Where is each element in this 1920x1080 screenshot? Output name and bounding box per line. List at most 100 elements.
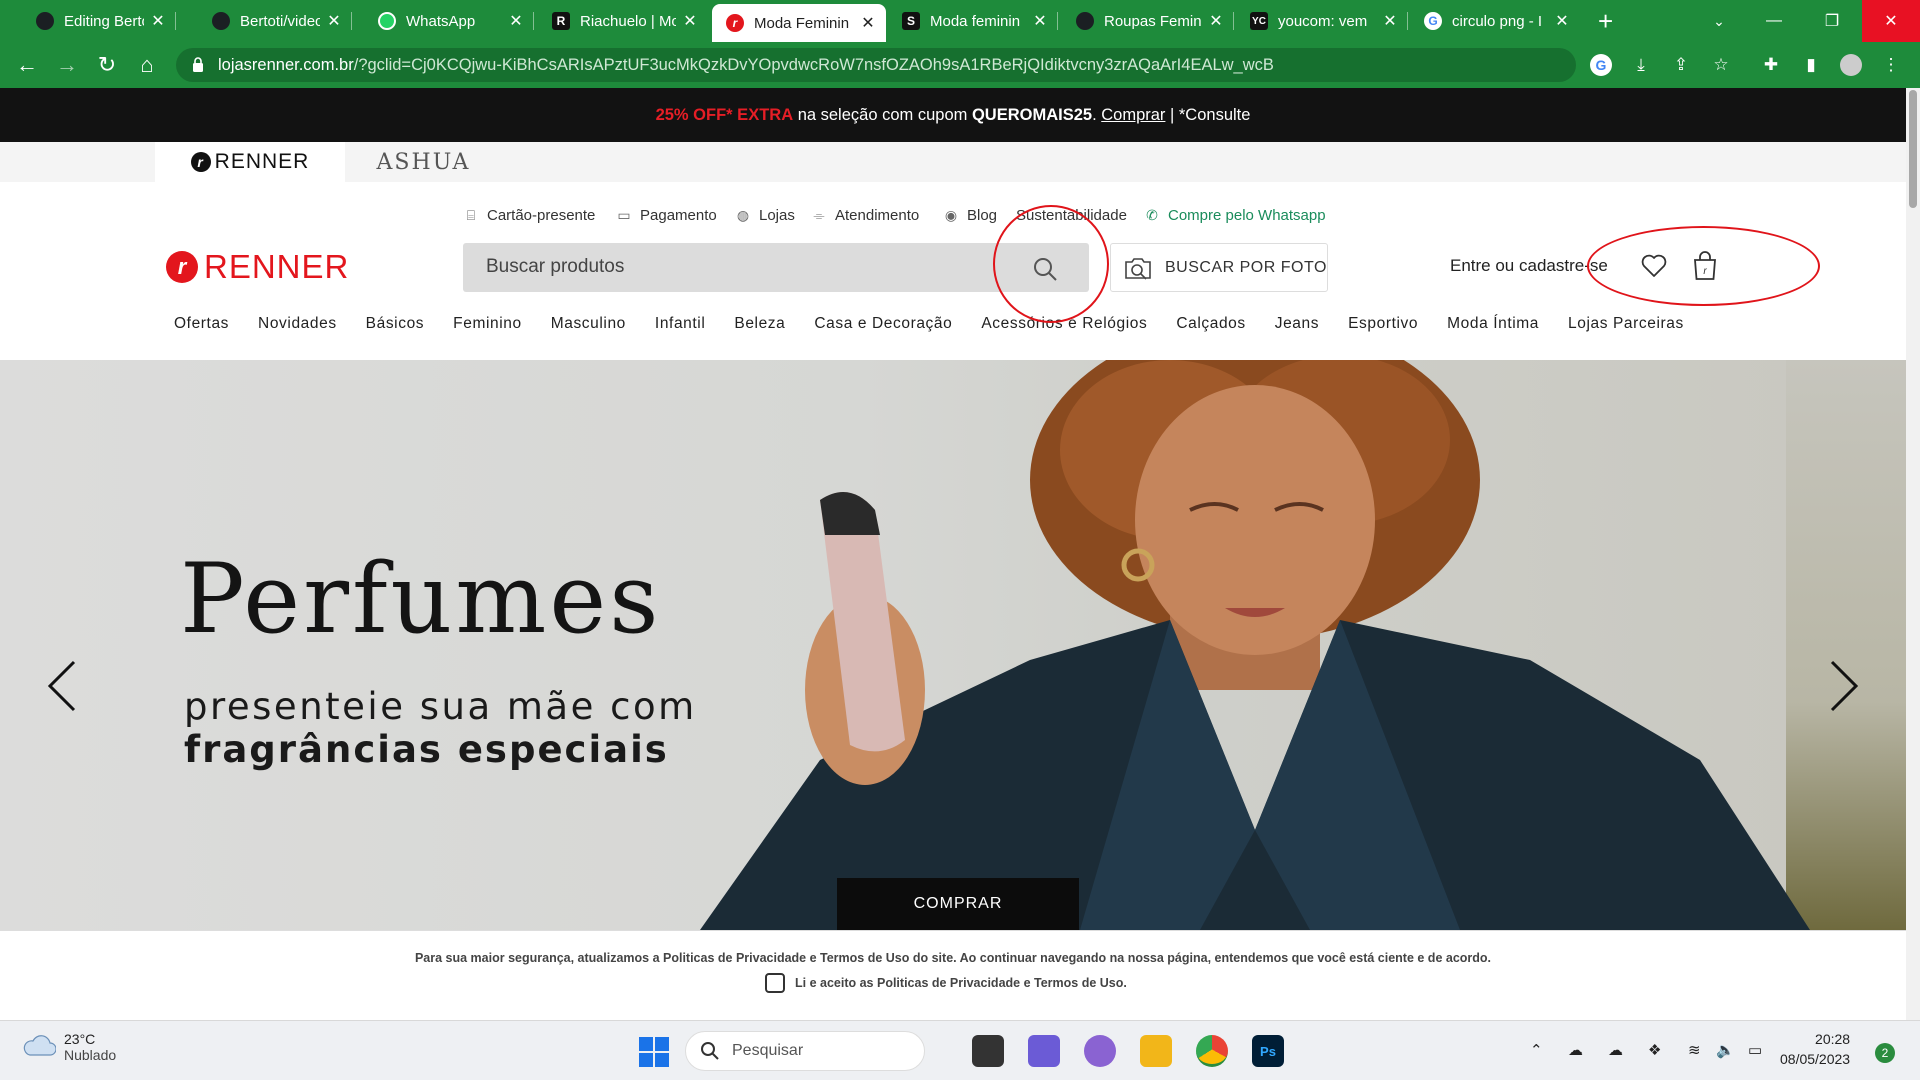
- browser-tab[interactable]: YC youcom: vem ✕: [1236, 6, 1408, 36]
- weather-widget[interactable]: 23°C Nublado: [22, 1031, 116, 1063]
- nav-category-calcados[interactable]: Calçados: [1176, 315, 1245, 337]
- nav-category-casa[interactable]: Casa e Decoração: [814, 315, 952, 337]
- util-link-sustainability[interactable]: Sustentabilidade: [1016, 204, 1127, 226]
- battery-icon[interactable]: ▭: [1748, 1041, 1762, 1059]
- dropbox-icon[interactable]: ❖: [1648, 1041, 1661, 1059]
- maximize-button[interactable]: ❐: [1803, 0, 1861, 42]
- new-tab-button[interactable]: +: [1598, 6, 1613, 36]
- close-tab-icon[interactable]: ✕: [1382, 11, 1398, 31]
- wishlist-heart-icon[interactable]: [1640, 252, 1668, 280]
- nav-category-esportivo[interactable]: Esportivo: [1348, 315, 1418, 337]
- util-link-gift-card[interactable]: ⌸ Cartão-presente: [463, 204, 596, 226]
- nav-category-masculino[interactable]: Masculino: [551, 315, 626, 337]
- search-icon[interactable]: [1031, 255, 1059, 283]
- nav-category-lojas-parceiras[interactable]: Lojas Parceiras: [1568, 315, 1684, 337]
- nav-category-basicos[interactable]: Básicos: [366, 315, 424, 337]
- browser-tab[interactable]: R Riachuelo | Mo ✕: [538, 6, 708, 36]
- taskbar-search[interactable]: Pesquisar: [685, 1031, 925, 1071]
- browser-tab[interactable]: Bertoti/video- ✕: [198, 6, 352, 36]
- tray-overflow-chevron-icon[interactable]: ⌃: [1530, 1041, 1543, 1059]
- address-bar[interactable]: lojasrenner.com.br/?gclid=Cj0KCQjwu-KiBh…: [176, 48, 1576, 82]
- renner-logo[interactable]: r RENNER: [166, 248, 349, 286]
- home-icon[interactable]: ⌂: [135, 53, 159, 77]
- share-icon[interactable]: ⇪: [1670, 54, 1692, 76]
- windows-start-icon[interactable]: [638, 1035, 670, 1067]
- close-tab-icon[interactable]: ✕: [150, 11, 166, 31]
- privacy-message: Para sua maior segurança, atualizamos a …: [414, 951, 1492, 965]
- carousel-prev-arrow-icon[interactable]: [44, 658, 80, 714]
- shopping-bag-icon[interactable]: r: [1692, 251, 1718, 281]
- nav-category-beleza[interactable]: Beleza: [734, 315, 785, 337]
- nav-category-infantil[interactable]: Infantil: [655, 315, 705, 337]
- file-explorer-icon[interactable]: [1140, 1035, 1172, 1067]
- util-link-blog[interactable]: ◉ Blog: [943, 204, 997, 226]
- nav-category-ofertas[interactable]: Ofertas: [174, 315, 229, 337]
- util-link-label: Atendimento: [835, 206, 920, 224]
- browser-tab[interactable]: S Moda feminin ✕: [888, 6, 1058, 36]
- weather-temp: 23°C: [64, 1031, 96, 1047]
- chrome-menu-icon[interactable]: ⋮: [1880, 54, 1902, 76]
- forward-button[interactable]: →: [55, 53, 79, 77]
- photo-search-button[interactable]: BUSCAR POR FOTO: [1110, 243, 1328, 292]
- onedrive-icon[interactable]: ☁: [1608, 1041, 1623, 1059]
- nav-category-novidades[interactable]: Novidades: [258, 315, 337, 337]
- taskbar-clock[interactable]: 20:28 08/05/2023: [1780, 1029, 1850, 1069]
- brand-tab-renner[interactable]: r RENNER: [155, 142, 345, 182]
- hero-carousel: Perfumes presenteie sua mãe com fragrânc…: [0, 360, 1906, 930]
- volume-icon[interactable]: 🔈: [1716, 1041, 1735, 1059]
- util-link-stores[interactable]: ◍ Lojas: [735, 204, 795, 226]
- renner-icon: r: [726, 14, 744, 32]
- github-icon: [212, 12, 230, 30]
- util-link-support[interactable]: ⌯ Atendimento: [811, 204, 919, 226]
- page-scrollbar[interactable]: [1906, 88, 1920, 1020]
- install-app-icon[interactable]: ⤓: [1630, 54, 1652, 76]
- photo-search-label: BUSCAR POR FOTO: [1165, 258, 1327, 276]
- carousel-next-arrow-icon[interactable]: [1826, 658, 1862, 714]
- search-input[interactable]: [486, 255, 1006, 279]
- wifi-icon[interactable]: ≋: [1688, 1041, 1701, 1059]
- reload-button[interactable]: ↻: [95, 53, 119, 77]
- util-link-label: Lojas: [759, 206, 795, 224]
- close-tab-icon[interactable]: ✕: [1032, 11, 1048, 31]
- hero-buy-button[interactable]: COMPRAR: [837, 878, 1079, 930]
- browser-tab[interactable]: WhatsApp ✕: [364, 6, 534, 36]
- checkbox-square[interactable]: [765, 973, 785, 993]
- task-view-icon[interactable]: [972, 1035, 1004, 1067]
- close-tab-icon[interactable]: ✕: [682, 11, 698, 31]
- nav-category-acessorios[interactable]: Acessórios e Relógios: [981, 315, 1147, 337]
- extensions-puzzle-icon[interactable]: ✚: [1760, 54, 1782, 76]
- nav-category-feminino[interactable]: Feminino: [453, 315, 522, 337]
- onedrive-error-icon[interactable]: ☁: [1568, 1041, 1583, 1059]
- close-tab-icon[interactable]: ✕: [508, 11, 524, 31]
- back-button[interactable]: ←: [15, 53, 39, 77]
- scrollbar-thumb[interactable]: [1909, 90, 1917, 208]
- close-window-button[interactable]: ✕: [1862, 0, 1920, 42]
- tab-search-button[interactable]: ⌄: [1690, 0, 1748, 42]
- teams-chat-icon[interactable]: [1028, 1035, 1060, 1067]
- browser-tab[interactable]: G circulo png - I ✕: [1410, 6, 1580, 36]
- close-tab-icon[interactable]: ✕: [860, 13, 876, 33]
- side-panel-icon[interactable]: ▮: [1800, 54, 1822, 76]
- login-link[interactable]: Entre ou cadastre-se: [1450, 256, 1608, 276]
- brand-tab-ashua[interactable]: ASHUA: [346, 142, 501, 182]
- profile-avatar[interactable]: [1840, 54, 1862, 76]
- notification-badge[interactable]: 2: [1875, 1043, 1895, 1063]
- nav-category-jeans[interactable]: Jeans: [1275, 315, 1319, 337]
- minimize-button[interactable]: —: [1745, 0, 1803, 42]
- util-link-whatsapp[interactable]: ✆ Compre pelo Whatsapp: [1144, 204, 1325, 226]
- browser-tab-active[interactable]: r Moda Feminin ✕: [712, 4, 886, 42]
- promo-buy-link[interactable]: Comprar: [1101, 106, 1165, 124]
- bookmark-star-icon[interactable]: ☆: [1710, 54, 1732, 76]
- util-link-payment[interactable]: ▭ Pagamento: [616, 204, 716, 226]
- close-tab-icon[interactable]: ✕: [1208, 11, 1224, 31]
- browser-tab[interactable]: Editing Bertoti ✕: [22, 6, 176, 36]
- chrome-taskbar-icon[interactable]: [1196, 1035, 1228, 1067]
- nav-category-moda-intima[interactable]: Moda Íntima: [1447, 315, 1539, 337]
- close-tab-icon[interactable]: ✕: [1554, 11, 1570, 31]
- browser-tab[interactable]: Roupas Femin ✕: [1062, 6, 1234, 36]
- privacy-accept-checkbox[interactable]: Li e aceito as Politicas de Privacidade …: [765, 973, 1127, 993]
- photoshop-icon[interactable]: Ps: [1252, 1035, 1284, 1067]
- google-lens-icon[interactable]: G: [1590, 54, 1612, 76]
- copilot-icon[interactable]: [1084, 1035, 1116, 1067]
- close-tab-icon[interactable]: ✕: [326, 11, 342, 31]
